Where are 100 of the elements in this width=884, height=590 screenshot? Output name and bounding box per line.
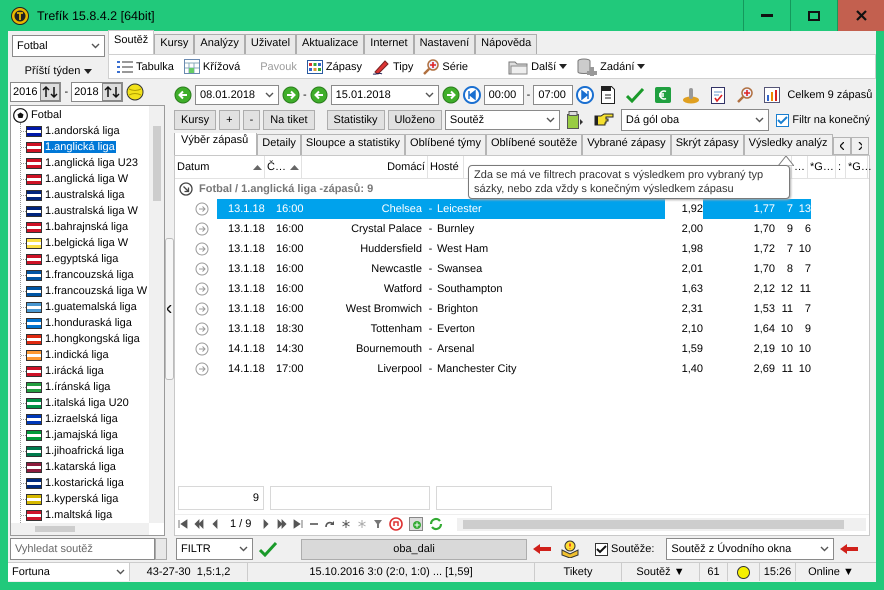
arrow-circle-icon[interactable] — [195, 302, 209, 316]
toolbar-button[interactable]: Na tiket — [263, 110, 315, 130]
nav-arrow-icon[interactable] — [261, 519, 272, 529]
column-header[interactable]: Datum — [175, 156, 265, 178]
competitions-checkbox[interactable]: Soutěže: — [595, 542, 654, 556]
check-icon[interactable] — [626, 87, 644, 103]
table-row[interactable]: 13.1.18 16:00 Crystal Palace - Burnley 2,00 1,70 9 6 — [175, 219, 869, 239]
view-tab[interactable]: Skrýt zápasy — [670, 134, 744, 155]
arrow-circle-icon[interactable] — [195, 242, 209, 256]
tree-item[interactable]: 1.francouzská liga — [44, 269, 135, 281]
close-button[interactable] — [837, 0, 884, 31]
view-tab[interactable]: Výsledky analýz — [744, 134, 833, 155]
tree-item[interactable]: 1.egyptská liga — [44, 253, 120, 265]
view-tab[interactable]: Vybrané zápasy — [582, 134, 671, 155]
ball-icon[interactable] — [126, 83, 144, 101]
tree-item[interactable]: 1.australská liga — [44, 189, 126, 201]
toolbar-button[interactable]: Zápasy — [304, 58, 364, 74]
tree-item[interactable]: 1.irácká liga — [44, 365, 105, 377]
filter-icon[interactable] — [373, 519, 384, 529]
tree-item[interactable]: 1.kyperská liga — [44, 493, 120, 505]
table-row[interactable]: 13.1.18 18:30 Tottenham - Everton 2,10 1,64 10 9 — [175, 319, 869, 339]
online-menu[interactable]: Online ▼ — [796, 563, 866, 581]
zoom-icon[interactable] — [737, 87, 754, 103]
table-row[interactable]: 13.1.18 16:00 Huddersfield - West Ham 1,98 1,72 7 10 — [175, 239, 869, 259]
main-tab[interactable]: Nastavení — [414, 34, 476, 54]
tree-item[interactable]: 1.kostarická liga — [44, 477, 125, 489]
arrow-circle-icon[interactable] — [195, 322, 209, 336]
tree-item[interactable]: 1.italská liga U20 — [44, 397, 130, 409]
bookmaker-dropdown[interactable]: Fortuna — [8, 563, 130, 581]
view-tab[interactable]: Oblíbené týmy — [405, 134, 486, 155]
tree-item[interactable]: 1.anglická liga — [44, 141, 116, 153]
arrow-circle-icon[interactable] — [195, 262, 209, 276]
tree-item[interactable]: 1.indická liga — [44, 349, 110, 361]
toolbar-button[interactable]: Série — [421, 58, 470, 76]
column-header[interactable]: Hosté — [428, 156, 464, 178]
nav-arrow-icon[interactable] — [210, 519, 220, 529]
sport-dropdown[interactable]: Fotbal — [12, 35, 105, 57]
table-row[interactable]: 14.1.18 17:00 Liverpool - Manchester City 1,40 2,69 11 10 — [175, 359, 869, 379]
main-tab[interactable]: Uživatel — [244, 34, 296, 54]
tree-item[interactable]: 1.katarská liga — [44, 461, 117, 473]
column-header[interactable]: Domácí — [302, 156, 428, 178]
toolbar-button[interactable]: Uloženo — [388, 110, 442, 130]
view-tab[interactable]: Výběr zápasů — [174, 133, 258, 155]
tree-item[interactable]: 1.anglická liga U23 — [44, 157, 139, 169]
refresh-icon[interactable] — [429, 517, 444, 531]
competition-dropdown[interactable]: Soutěž — [444, 110, 560, 130]
toolbar-button[interactable]: Tipy — [370, 58, 416, 76]
table-row[interactable]: 13.1.18 16:00 West Bromwich - Brighton 2,31 1,53 11 7 — [175, 299, 869, 319]
checklist-icon[interactable] — [711, 86, 726, 104]
table-row[interactable]: 13.1.18 16:00 Watford - Southampton 1,63 2,12 12 11 — [175, 279, 869, 299]
toolbar-button[interactable]: Tabulka — [115, 58, 176, 74]
horizontal-scrollbar[interactable] — [11, 523, 149, 535]
skip-icon[interactable] — [462, 86, 481, 104]
book-icon[interactable] — [561, 540, 579, 558]
view-tab[interactable]: Sloupce a statistiky — [300, 134, 406, 155]
toolbar-button[interactable]: Další — [506, 58, 570, 76]
nav-arrow-icon[interactable] — [178, 519, 188, 529]
tree-item[interactable]: 1.australská liga W — [44, 205, 139, 217]
date-field[interactable]: 08.01.2018 — [195, 85, 279, 105]
tree-item[interactable]: 1.izraelská liga — [44, 413, 119, 425]
arrow-circle-icon[interactable] — [195, 202, 209, 216]
toolbar-button[interactable]: - — [242, 110, 260, 130]
toolbar-button[interactable]: Kursy — [174, 110, 216, 130]
main-tab[interactable]: Nápověda — [475, 34, 538, 54]
year-from-spinner[interactable]: 2016 — [10, 82, 62, 102]
asterisk-icon[interactable] — [341, 519, 352, 529]
saved-filter-button[interactable]: oba_dali — [301, 538, 527, 560]
nav-arrow-icon[interactable] — [194, 519, 204, 529]
tree-item[interactable]: 1.hongkongská liga — [44, 333, 141, 345]
column-header[interactable]: *G… — [846, 156, 868, 178]
pointing-hand-icon[interactable] — [594, 113, 614, 127]
toolbar-button[interactable]: Statistiky — [326, 110, 385, 130]
euro-icon[interactable] — [655, 87, 672, 103]
tree-item[interactable]: 1.anglická liga W — [44, 173, 130, 185]
arrow-circle-icon[interactable] — [195, 222, 209, 236]
tree-item[interactable]: 1.andorská liga — [44, 125, 121, 137]
tree-item[interactable]: 1.jihoafrická liga — [44, 445, 125, 457]
tree-item[interactable]: 1.honduraská liga — [44, 317, 133, 329]
horizontal-scrollbar[interactable] — [457, 518, 866, 530]
main-tab[interactable]: Kursy — [154, 34, 194, 54]
view-tab[interactable]: Oblíbené soutěže — [486, 134, 582, 155]
redo-icon[interactable] — [325, 519, 336, 529]
tickets-button[interactable]: Tikety — [535, 563, 622, 581]
arrow-icon[interactable] — [533, 544, 551, 554]
tree-item[interactable]: 1.francouzská liga W — [44, 285, 148, 297]
view-tab[interactable]: Detaily — [257, 134, 301, 155]
tree-item[interactable]: 1.bahrajnská liga — [44, 221, 130, 233]
year-to-spinner[interactable]: 2018 — [71, 82, 123, 102]
bet-type-dropdown[interactable]: Dá gól oba — [620, 109, 769, 131]
main-tab[interactable]: Soutěž — [108, 30, 154, 54]
toolbar-button[interactable]: + — [219, 110, 240, 130]
main-tab[interactable]: Internet — [364, 34, 414, 54]
tree-item[interactable]: 1.belgická liga W — [44, 237, 130, 249]
table-row[interactable]: 14.1.18 14:30 Bournemouth - Arsenal 1,59 2,19 10 10 — [175, 339, 869, 359]
scroll-left-button[interactable] — [832, 137, 851, 155]
table-row[interactable]: 13.1.18 16:00 Chelsea - Leicester 1,92 1,77 7 13 — [175, 199, 869, 219]
arrow-circle-icon[interactable] — [195, 362, 209, 376]
column-header[interactable]: *G… — [808, 156, 836, 178]
collapse-icon[interactable] — [179, 182, 193, 196]
arrow-icon[interactable] — [840, 544, 858, 554]
